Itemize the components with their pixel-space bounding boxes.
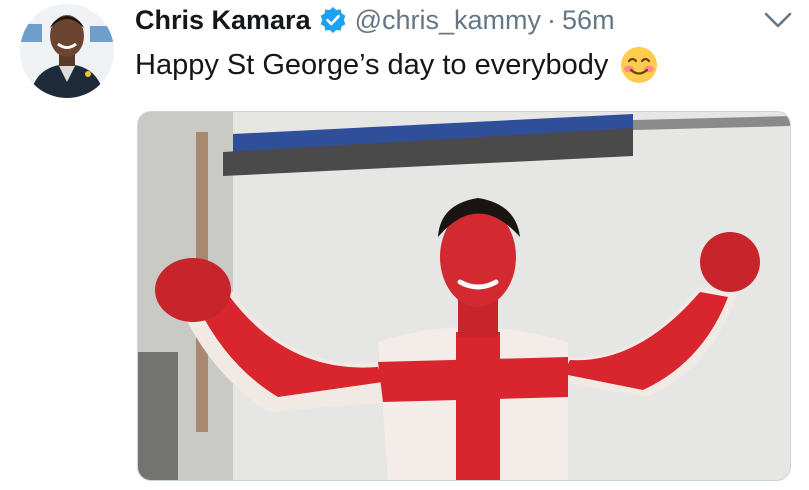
author-handle[interactable]: @chris_kammy [355,5,541,36]
avatar[interactable] [20,4,114,98]
tweet-body: Happy St George’s day to everybody [135,48,609,81]
tweet-text: Happy St George’s day to everybody [135,46,658,84]
chevron-down-icon[interactable] [761,6,795,34]
separator-dot: · [547,4,557,35]
author-name[interactable]: Chris Kamara [135,5,311,36]
tweet-media-image[interactable] [137,111,791,481]
smiling-face-icon [620,46,658,84]
body-paint-photo [138,112,790,480]
verified-badge-icon [319,6,347,34]
timestamp[interactable]: 56m [562,5,615,36]
tweet-header: Chris Kamara @chris_kammy · 56m [135,0,789,40]
avatar-image [20,4,114,98]
